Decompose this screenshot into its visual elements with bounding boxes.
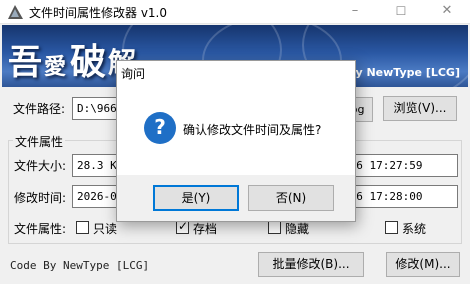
dialog-message: 确认修改文件时间及属性? bbox=[183, 123, 322, 137]
system-checkbox[interactable] bbox=[385, 221, 398, 234]
close-button[interactable]: ✕ bbox=[424, 0, 470, 24]
archive-label: 存档 bbox=[193, 222, 218, 236]
no-button[interactable]: 否(N) bbox=[248, 185, 334, 211]
modified-time-label: 修改时间: bbox=[14, 191, 67, 205]
dialog-title-bar: 询问 ✕ bbox=[117, 61, 355, 85]
modified-time-field[interactable]: -26 17:28:00 bbox=[338, 185, 458, 208]
batch-modify-button[interactable]: 批量修改(B)... bbox=[258, 252, 364, 277]
yes-button[interactable]: 是(Y) bbox=[153, 185, 239, 211]
dialog-body: ? 确认修改文件时间及属性? bbox=[117, 85, 355, 175]
hidden-label: 隐藏 bbox=[285, 222, 310, 236]
created-time-field[interactable]: -26 17:27:59 bbox=[338, 154, 458, 177]
readonly-checkbox[interactable] bbox=[76, 221, 89, 234]
file-size-label: 文件大小: bbox=[14, 159, 67, 173]
system-label: 系统 bbox=[402, 222, 427, 236]
question-icon: ? bbox=[144, 112, 176, 144]
footer-credit: Code By NewType [LCG] bbox=[10, 259, 150, 272]
confirm-dialog: 询问 ✕ ? 确认修改文件时间及属性? 是(Y) 否(N) bbox=[116, 60, 356, 222]
modify-button[interactable]: 修改(M)... bbox=[386, 252, 460, 277]
readonly-label: 只读 bbox=[93, 222, 118, 236]
maximize-button[interactable]: ☐ bbox=[378, 0, 424, 24]
file-path-label: 文件路径: bbox=[13, 102, 66, 116]
group-title: 文件属性 bbox=[13, 133, 66, 150]
minimize-button[interactable]: – bbox=[332, 0, 378, 24]
dialog-close-button[interactable]: ✕ bbox=[121, 65, 347, 79]
archive-checkbox[interactable] bbox=[176, 219, 189, 234]
hidden-checkbox[interactable] bbox=[268, 221, 281, 234]
app-icon bbox=[8, 5, 23, 19]
title-bar: 文件时间属性修改器 v1.0 – ☐ ✕ bbox=[0, 0, 470, 24]
browse-button[interactable]: 浏览(V)... bbox=[383, 96, 457, 121]
window-title: 文件时间属性修改器 v1.0 bbox=[29, 6, 168, 20]
file-attr-label: 文件属性: bbox=[14, 222, 67, 236]
